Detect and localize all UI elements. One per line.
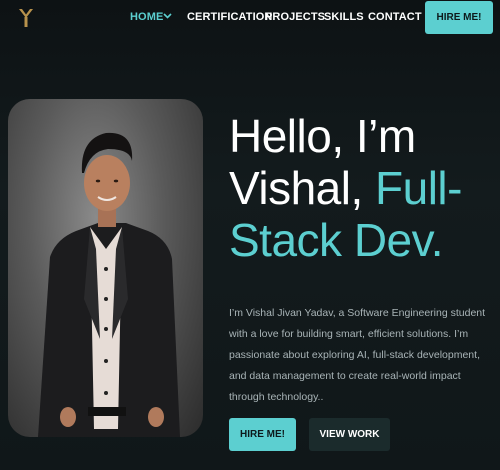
hire-me-button[interactable]: HIRE ME! — [229, 418, 296, 451]
nav-home[interactable]: HOME — [130, 11, 163, 23]
hero-headline: Hello, I’m Vishal, Full- Stack Dev. — [229, 110, 489, 266]
headline-accent-1: Full- — [375, 162, 462, 214]
headline-line-1: Hello, I’m — [229, 110, 416, 162]
profile-photo — [8, 99, 203, 437]
nav-projects[interactable]: PROJECTS — [265, 11, 325, 23]
portrait-illustration — [38, 132, 180, 437]
nav-contact[interactable]: CONTACT — [368, 11, 422, 23]
chevron-down-icon[interactable] — [163, 13, 172, 19]
headline-accent-2: Stack Dev. — [229, 214, 444, 266]
y-logo-icon[interactable] — [18, 8, 34, 28]
hire-me-nav-button[interactable]: HIRE ME! — [425, 1, 493, 34]
nav-skills[interactable]: SKILLS — [324, 11, 364, 23]
nav-certification[interactable]: CERTIFICATION — [187, 11, 272, 23]
top-navbar: HOME CERTIFICATION PROJECTS SKILLS CONTA… — [0, 0, 500, 36]
headline-name: Vishal, — [229, 162, 376, 214]
view-work-button[interactable]: VIEW WORK — [309, 418, 390, 451]
hero-bio: I’m Vishal Jivan Yadav, a Software Engin… — [229, 307, 486, 403]
